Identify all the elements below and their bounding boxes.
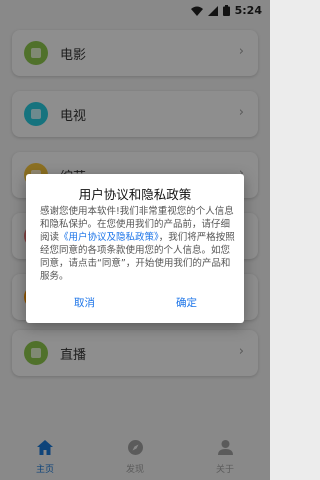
dialog-body: 感谢您使用本软件!我们非常重视您的个人信息和隐私保护。在您使用我们的产品前，请仔… [40, 205, 236, 283]
dialog-title: 用户协议和隐私政策 [78, 187, 192, 202]
privacy-dialog: 用户协议和隐私政策 感谢您使用本软件!我们非常重视您的个人信息和隐私保护。在您使… [26, 174, 244, 323]
cancel-button[interactable]: 取消 [74, 295, 95, 310]
agreement-link[interactable]: 《用户协议及隐私政策》 [59, 232, 159, 243]
confirm-button[interactable]: 确定 [176, 295, 197, 310]
